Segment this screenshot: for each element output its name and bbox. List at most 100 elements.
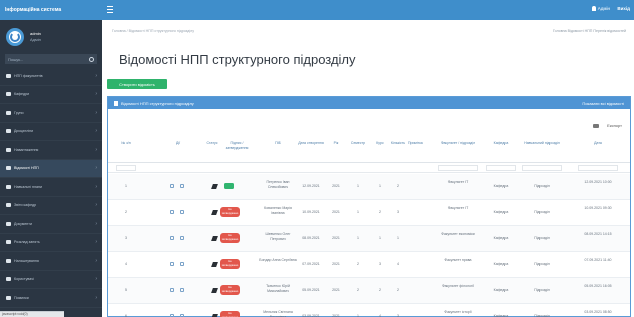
sidebar-item-label: Відомості НПП: [14, 166, 39, 171]
column-filter-input[interactable]: [578, 165, 618, 171]
menu-item-icon: [6, 258, 11, 263]
filter-row: [108, 163, 630, 173]
edit-icon[interactable]: [211, 210, 218, 215]
view-icon[interactable]: [170, 210, 174, 214]
panel-header: Відомості НПП структурного підрозділу По…: [108, 97, 630, 109]
table-row[interactable]: 3 Не затверджено Шевченко Олег Петрович 08.…: [108, 226, 630, 252]
column-filter-input[interactable]: [438, 165, 478, 171]
semester: 1: [357, 184, 359, 188]
breadcrumb[interactable]: Головна / Відомості НПП структурного під…: [112, 29, 194, 33]
menu-item-icon: [6, 240, 11, 245]
app-brand[interactable]: Інформаційна система: [0, 0, 102, 20]
year: 2021: [332, 210, 340, 214]
copy-icon[interactable]: [180, 210, 184, 214]
column-header[interactable]: Рік: [330, 141, 342, 146]
logout-button[interactable]: Вихід: [617, 6, 630, 11]
created-date: 05.09.2021: [302, 288, 320, 292]
person-name: Бондар Анна Сергіївна: [259, 258, 297, 262]
user-menu-label: Адмін: [597, 6, 610, 11]
table-row[interactable]: 5 Не затверджено Ткаченко Юрій Миколайович…: [108, 278, 630, 304]
search-placeholder: Пошук...: [8, 56, 24, 62]
column-header[interactable]: Дата створення: [296, 141, 326, 146]
table-row[interactable]: 1 Петренко Іван Олексійович 12.09.2021 2021…: [108, 174, 630, 200]
sidebar-item[interactable]: Навчальні плани ›: [0, 178, 102, 197]
menu-toggle-icon[interactable]: [107, 6, 113, 13]
user-box: admin Адмін: [0, 20, 102, 54]
person-name: Ткаченко Юрій Миколайович: [266, 284, 290, 293]
user-info: admin Адмін: [30, 31, 41, 43]
breadcrumb-right[interactable]: Головна Відомості НПП Перелік відомостей: [553, 29, 626, 33]
column-header[interactable]: ПІБ: [264, 141, 292, 146]
view-icon[interactable]: [170, 236, 174, 240]
table-row[interactable]: 6 Не затверджено Мельник Світлана Василівн…: [108, 304, 630, 317]
sidebar: Інформаційна система admin Адмін Пошук..…: [0, 0, 102, 317]
copy-icon[interactable]: [180, 262, 184, 266]
faculty: Факультет історії: [444, 310, 472, 314]
sidebar-item[interactable]: Звіти кафедр ›: [0, 197, 102, 215]
sidebar-item[interactable]: Помилки ›: [0, 289, 102, 308]
sidebar-item[interactable]: Розклад занять ›: [0, 234, 102, 252]
unit: Підрозділ: [534, 184, 550, 188]
copy-icon[interactable]: [180, 288, 184, 292]
column-header[interactable]: Кафедра: [486, 141, 516, 146]
column-header[interactable]: Дії: [168, 141, 188, 146]
count: 1: [397, 236, 399, 240]
statements-panel: Відомості НПП структурного підрозділу По…: [107, 96, 631, 317]
column-filter-input[interactable]: [486, 165, 516, 171]
column-header[interactable]: Кількість: [390, 141, 406, 146]
person-name: Мельник Світлана Василівна: [263, 310, 293, 317]
column-filter-input[interactable]: [522, 165, 562, 171]
edit-icon[interactable]: [211, 262, 218, 267]
search-icon[interactable]: [89, 56, 94, 62]
sidebar-item-label: Звіти кафедр: [14, 203, 37, 208]
user-menu[interactable]: Адмін: [591, 6, 610, 11]
avatar[interactable]: [6, 28, 24, 46]
sidebar-item-label: Кафедри: [14, 92, 30, 97]
view-icon[interactable]: [170, 262, 174, 266]
column-header[interactable]: Підпис / затвердження: [224, 141, 250, 150]
sidebar-item[interactable]: Навантаження ›: [0, 141, 102, 160]
course: 2: [379, 288, 381, 292]
add-statement-button[interactable]: Створити відомість: [107, 79, 167, 89]
row-number: 5: [125, 288, 127, 292]
sidebar-item[interactable]: Документи ›: [0, 215, 102, 234]
column-header[interactable]: Факультет / підрозділ: [438, 141, 478, 146]
table-row[interactable]: 4 Не затверджено Бондар Анна Сергіївна 07.0…: [108, 252, 630, 278]
chevron-right-icon: ›: [95, 220, 97, 227]
column-header[interactable]: Примітка: [408, 141, 423, 146]
column-header[interactable]: Дата: [578, 141, 618, 146]
sidebar-item-label: Дисципліни: [14, 129, 34, 134]
edit-icon[interactable]: [211, 288, 218, 293]
show-all-link[interactable]: Показати всі відомості: [582, 101, 624, 106]
sidebar-item[interactable]: Групи ›: [0, 104, 102, 123]
column-header[interactable]: № з/п: [116, 141, 136, 146]
column-header[interactable]: Семестр: [346, 141, 370, 146]
sidebar-item[interactable]: Кафедри ›: [0, 86, 102, 104]
sidebar-item[interactable]: НПП факультетів ›: [0, 67, 102, 86]
sidebar-search-input[interactable]: Пошук...: [5, 54, 97, 64]
unit: Підрозділ: [534, 236, 550, 240]
edit-icon[interactable]: [211, 184, 218, 189]
sidebar-item[interactable]: Відомості НПП ›: [0, 159, 102, 178]
sidebar-item[interactable]: Користувачі ›: [0, 271, 102, 289]
column-header[interactable]: Курс: [374, 141, 386, 146]
column-header[interactable]: Статус: [204, 141, 220, 146]
view-icon[interactable]: [170, 184, 174, 188]
copy-icon[interactable]: [180, 236, 184, 240]
chevron-right-icon: ›: [95, 183, 97, 190]
export-button[interactable]: Експорт: [607, 123, 622, 128]
sidebar-item[interactable]: Дисципліни ›: [0, 123, 102, 141]
department: Кафедра: [493, 236, 509, 240]
department: Кафедра: [493, 288, 509, 292]
edit-icon[interactable]: [211, 236, 218, 241]
table-row[interactable]: 2 Не затверджено Коваленко Марія Іванівна 1…: [108, 200, 630, 226]
course: 1: [379, 184, 381, 188]
view-icon[interactable]: [170, 288, 174, 292]
faculty: Факультет філології: [441, 284, 475, 288]
column-filter-input[interactable]: [116, 165, 136, 171]
print-icon[interactable]: [593, 123, 600, 128]
sidebar-item[interactable]: Налаштування ›: [0, 252, 102, 271]
copy-icon[interactable]: [180, 184, 184, 188]
chevron-right-icon: ›: [95, 239, 97, 246]
column-header[interactable]: Навчальний підрозділ: [522, 141, 562, 146]
